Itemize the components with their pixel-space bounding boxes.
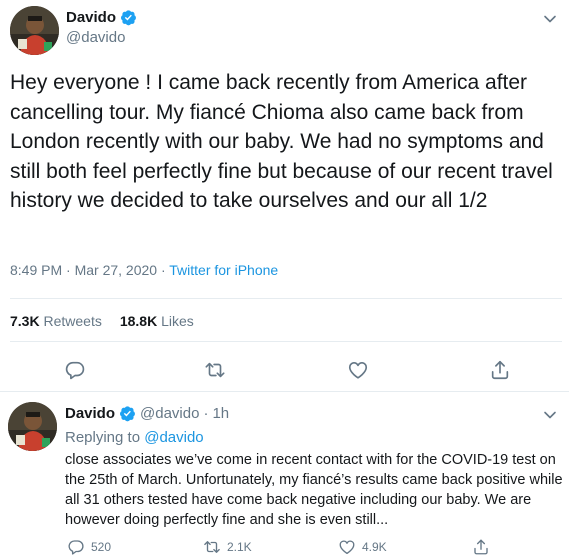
share-icon [474, 539, 488, 555]
tweet-meta: 8:49 PM · Mar 27, 2020 · Twitter for iPh… [10, 262, 278, 278]
tweet-actions [0, 354, 569, 384]
reply-tweet[interactable]: Davido @davido · 1h Replying to @davido … [0, 393, 569, 556]
tweet-text: Hey everyone ! I came back recently from… [10, 71, 553, 212]
tweet-timestamp[interactable]: 8:49 PM · Mar 27, 2020 · [10, 262, 169, 278]
reply-author-row: Davido @davido · 1h [65, 405, 229, 422]
separator-dot: · [203, 405, 209, 422]
tweet-actions: 520 2.1K 4.9K [0, 538, 569, 556]
divider [10, 298, 562, 299]
tweet-text: close associates we’ve come in recent co… [65, 452, 563, 528]
tweet-timestamp[interactable]: 1h [212, 405, 229, 422]
reply-icon[interactable] [64, 359, 86, 381]
share-action[interactable] [472, 538, 490, 556]
likes-count: 18.8K [119, 313, 158, 329]
like-action[interactable]: 4.9K [338, 538, 387, 556]
replying-to-mention[interactable]: @davido [144, 429, 203, 446]
retweet-action[interactable]: 2.1K [203, 538, 252, 556]
handle[interactable]: @davido [140, 405, 199, 422]
reply-count: 520 [91, 540, 112, 554]
divider [10, 341, 562, 342]
divider [0, 391, 569, 392]
tweet-source-link[interactable]: Twitter for iPhone [169, 262, 278, 278]
retweet-icon [204, 541, 220, 553]
replying-to: Replying to @davido [65, 429, 204, 446]
engagement-stats: 7.3K Retweets 18.8K Likes [10, 313, 194, 329]
chevron-down-icon[interactable] [543, 408, 557, 422]
likes-stat[interactable]: 18.8K Likes [120, 313, 194, 329]
like-count: 4.9K [362, 540, 387, 554]
chevron-down-icon[interactable] [543, 12, 557, 26]
likes-label: Likes [161, 313, 194, 329]
main-tweet: Davido @davido Hey everyone ! I came bac… [0, 0, 569, 392]
display-name[interactable]: Davido [66, 9, 116, 26]
avatar[interactable] [10, 6, 59, 55]
retweets-count: 7.3K [10, 313, 40, 329]
avatar-image [10, 6, 59, 55]
author-block[interactable]: Davido @davido [66, 9, 137, 46]
reply-action[interactable]: 520 [67, 538, 111, 556]
retweet-icon[interactable] [204, 359, 226, 381]
like-icon[interactable] [347, 359, 369, 381]
reply-icon [68, 540, 84, 555]
verified-badge-icon [120, 9, 137, 26]
retweets-label: Retweets [43, 313, 102, 329]
retweet-count: 2.1K [227, 540, 252, 554]
share-icon[interactable] [489, 359, 511, 381]
handle: @davido [66, 29, 126, 46]
verified-badge-icon [119, 405, 136, 422]
retweets-stat[interactable]: 7.3K Retweets [10, 313, 102, 329]
display-name[interactable]: Davido [65, 405, 115, 422]
replying-to-label: Replying to [65, 429, 145, 446]
like-icon [339, 540, 355, 555]
